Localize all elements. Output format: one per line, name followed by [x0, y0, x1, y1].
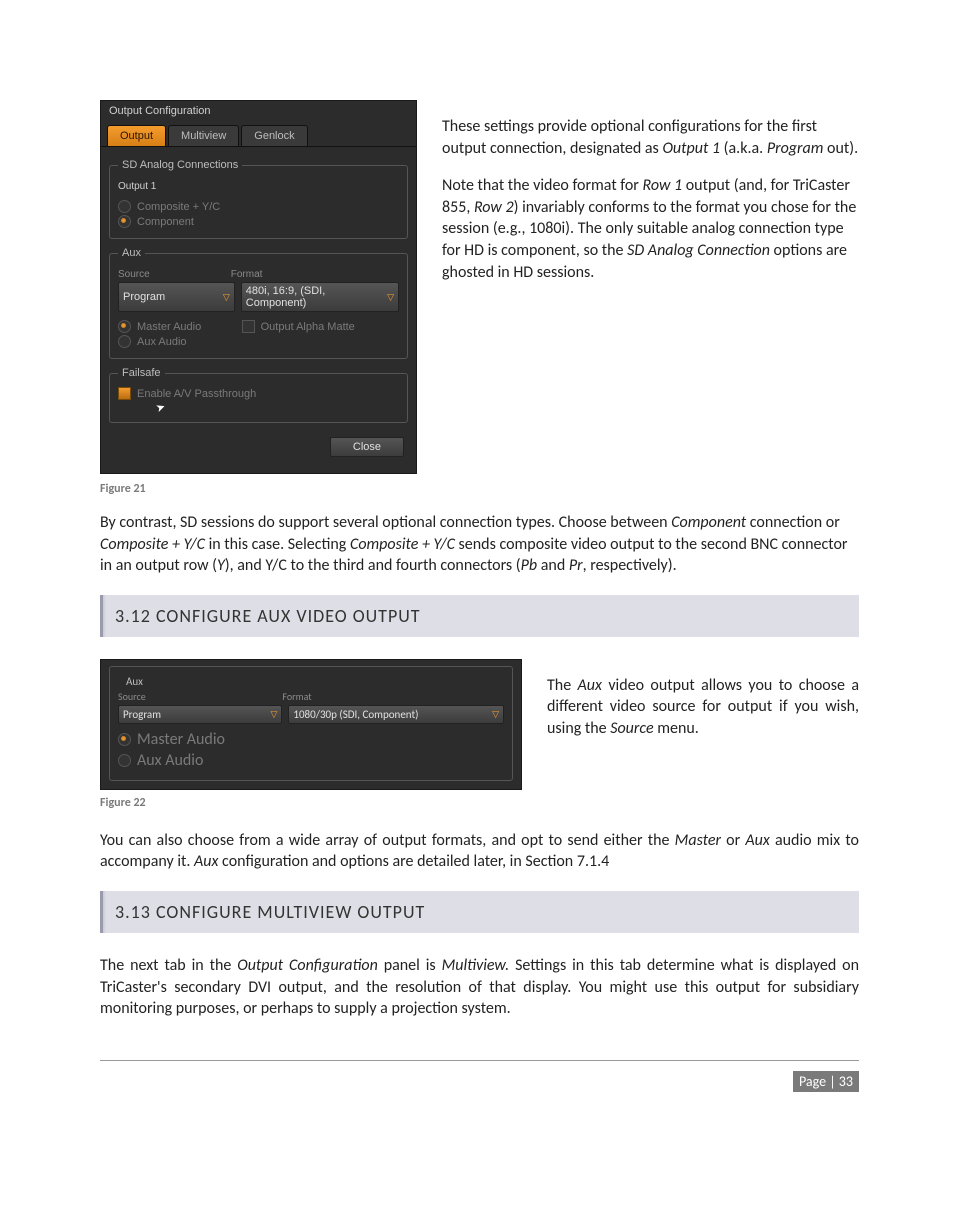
panel-title: Output Configuration	[101, 101, 416, 121]
chevron-down-icon: ▽	[492, 709, 499, 720]
radio-icon	[118, 200, 131, 213]
radio-icon	[118, 320, 131, 333]
aux-output-panel: Aux Source Format Program ▽ 1080/30p (SD…	[100, 659, 522, 790]
check-label: Output Alpha Matte	[261, 321, 355, 333]
tab-genlock[interactable]: Genlock	[241, 125, 307, 146]
check-passthrough[interactable]: Enable A/V Passthrough	[118, 387, 399, 400]
source-dropdown[interactable]: Program ▽	[118, 282, 235, 312]
paragraph: By contrast, SD sessions do support seve…	[100, 512, 859, 577]
chevron-down-icon: ▽	[223, 292, 230, 303]
section-header-312: 3.12 CONFIGURE AUX VIDEO OUTPUT	[100, 595, 859, 637]
failsafe-group: Failsafe Enable A/V Passthrough ➤	[109, 367, 408, 423]
radio-icon	[118, 335, 131, 348]
close-button[interactable]: Close	[330, 437, 404, 457]
figure-caption: Figure 22	[100, 796, 859, 810]
radio-icon	[118, 733, 131, 746]
tab-multiview[interactable]: Multiview	[168, 125, 239, 146]
paragraph: You can also choose from a wide array of…	[100, 830, 859, 873]
checkbox-icon	[242, 320, 255, 333]
radio-label: Composite + Y/C	[137, 201, 220, 213]
radio-label: Master Audio	[137, 321, 201, 333]
format-dropdown[interactable]: 480i, 16:9, (SDI, Component) ▽	[241, 282, 399, 312]
failsafe-legend: Failsafe	[118, 367, 165, 379]
checkbox-icon	[118, 387, 131, 400]
page-footer: Page | 33	[100, 1071, 859, 1092]
aux-legend: Aux	[118, 247, 145, 259]
source-col-label: Source	[118, 269, 225, 280]
radio-label: Aux Audio	[137, 751, 203, 770]
tab-output[interactable]: Output	[107, 125, 166, 146]
check-label: Enable A/V Passthrough	[137, 388, 256, 400]
page-badge: Page | 33	[793, 1071, 859, 1092]
radio-aux-audio[interactable]: Aux Audio	[118, 335, 242, 348]
dropdown-value: Program	[123, 708, 161, 721]
format-col-label: Format	[282, 690, 504, 703]
footer-rule	[100, 1060, 859, 1061]
radio-label: Master Audio	[137, 730, 225, 749]
radio-label: Aux Audio	[137, 336, 187, 348]
aux-format-dropdown[interactable]: 1080/30p (SDI, Component) ▽	[288, 705, 504, 724]
radio-icon	[118, 215, 131, 228]
aux-legend: Aux	[122, 675, 147, 688]
aux-group: Aux Source Format Program ▽ 480i, 16:9,	[109, 247, 408, 359]
format-col-label: Format	[231, 269, 399, 280]
source-col-label: Source	[118, 690, 272, 703]
tab-bar: Output Multiview Genlock	[101, 121, 416, 147]
chevron-down-icon: ▽	[270, 709, 277, 720]
paragraph: Note that the video format for Row 1 out…	[442, 175, 859, 283]
chevron-down-icon: ▽	[387, 292, 394, 303]
radio-aux-audio-2[interactable]: Aux Audio	[118, 751, 504, 770]
dropdown-value: Program	[123, 291, 165, 303]
sd-analog-legend: SD Analog Connections	[118, 159, 242, 171]
radio-master-audio[interactable]: Master Audio	[118, 320, 242, 333]
radio-composite[interactable]: Composite + Y/C	[118, 200, 399, 213]
dropdown-value: 1080/30p (SDI, Component)	[293, 708, 418, 721]
section-header-313: 3.13 CONFIGURE MULTIVIEW OUTPUT	[100, 891, 859, 933]
check-output-alpha[interactable]: Output Alpha Matte	[242, 320, 399, 333]
output1-label: Output 1	[118, 181, 399, 192]
radio-component[interactable]: Component	[118, 215, 399, 228]
radio-master-audio-2[interactable]: Master Audio	[118, 730, 504, 749]
paragraph: These settings provide optional configur…	[442, 116, 859, 159]
sd-analog-group: SD Analog Connections Output 1 Composite…	[109, 159, 408, 239]
figure-caption: Figure 21	[100, 482, 859, 496]
radio-label: Component	[137, 216, 194, 228]
cursor-icon: ➤	[154, 400, 167, 415]
paragraph: The Aux video output allows you to choos…	[547, 675, 859, 740]
output-config-panel: Output Configuration Output Multiview Ge…	[100, 100, 417, 474]
radio-icon	[118, 754, 131, 767]
paragraph: The next tab in the Output Configuration…	[100, 955, 859, 1020]
aux-source-dropdown[interactable]: Program ▽	[118, 705, 282, 724]
dropdown-value: 480i, 16:9, (SDI, Component)	[246, 285, 387, 309]
